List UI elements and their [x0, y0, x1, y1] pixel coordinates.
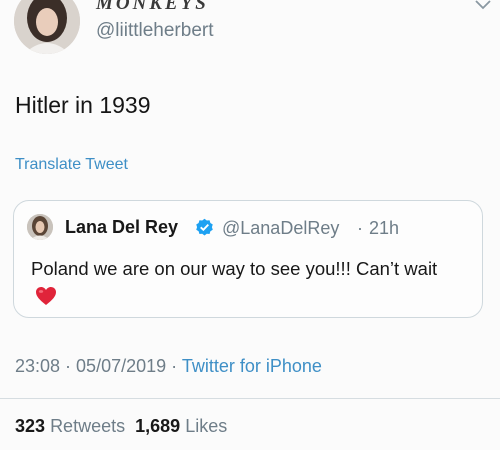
meta-separator: ·: [60, 356, 77, 376]
quoted-tweet-text-content: Poland we are on our way to see you!!! C…: [31, 258, 438, 279]
quoted-tweet-text: Poland we are on our way to see you!!! C…: [31, 255, 461, 309]
divider: [0, 398, 500, 399]
tweet-text: Hitler in 1939: [15, 92, 151, 118]
profile-photo-icon: [14, 0, 80, 54]
red-heart-icon: [36, 287, 56, 305]
quoted-tweet-card[interactable]: Lana Del Rey @LanaDelRey · 21h Poland we…: [13, 200, 483, 318]
tweet-date: 05/07/2019: [76, 356, 167, 376]
meta-separator: ·: [166, 356, 182, 376]
quoted-dot-separator: ·: [357, 218, 363, 238]
quoted-author-avatar: [27, 214, 53, 240]
likes-label: Likes: [185, 416, 228, 436]
retweets-stat[interactable]: 323 Retweets: [15, 416, 125, 436]
author-avatar[interactable]: [14, 0, 80, 54]
author-display-name[interactable]: MONKEYS: [96, 0, 209, 15]
verified-badge-icon: [196, 218, 213, 236]
tweet-time: 23:08: [15, 356, 61, 376]
quoted-author-name[interactable]: Lana Del Rey: [65, 217, 178, 238]
tweet-source-link[interactable]: Twitter for iPhone: [182, 356, 322, 376]
tweet-metadata: 23:08 · 05/07/2019 · Twitter for iPhone: [15, 356, 322, 377]
quoted-avatar-photo-icon: [27, 214, 53, 240]
quoted-tweet-time[interactable]: 21h: [369, 218, 399, 239]
likes-count: 1,689: [135, 416, 181, 436]
translate-tweet-link[interactable]: Translate Tweet: [15, 156, 128, 174]
quoted-author-handle[interactable]: @LanaDelRey: [222, 218, 339, 239]
author-handle[interactable]: @liittleherbert: [96, 20, 214, 42]
retweets-label: Retweets: [50, 416, 126, 436]
tweet-stats: 323 Retweets 1,689 Likes: [15, 416, 227, 437]
retweets-count: 323: [15, 416, 46, 436]
chevron-down-icon[interactable]: [474, 0, 492, 12]
likes-stat[interactable]: 1,689 Likes: [135, 416, 227, 436]
